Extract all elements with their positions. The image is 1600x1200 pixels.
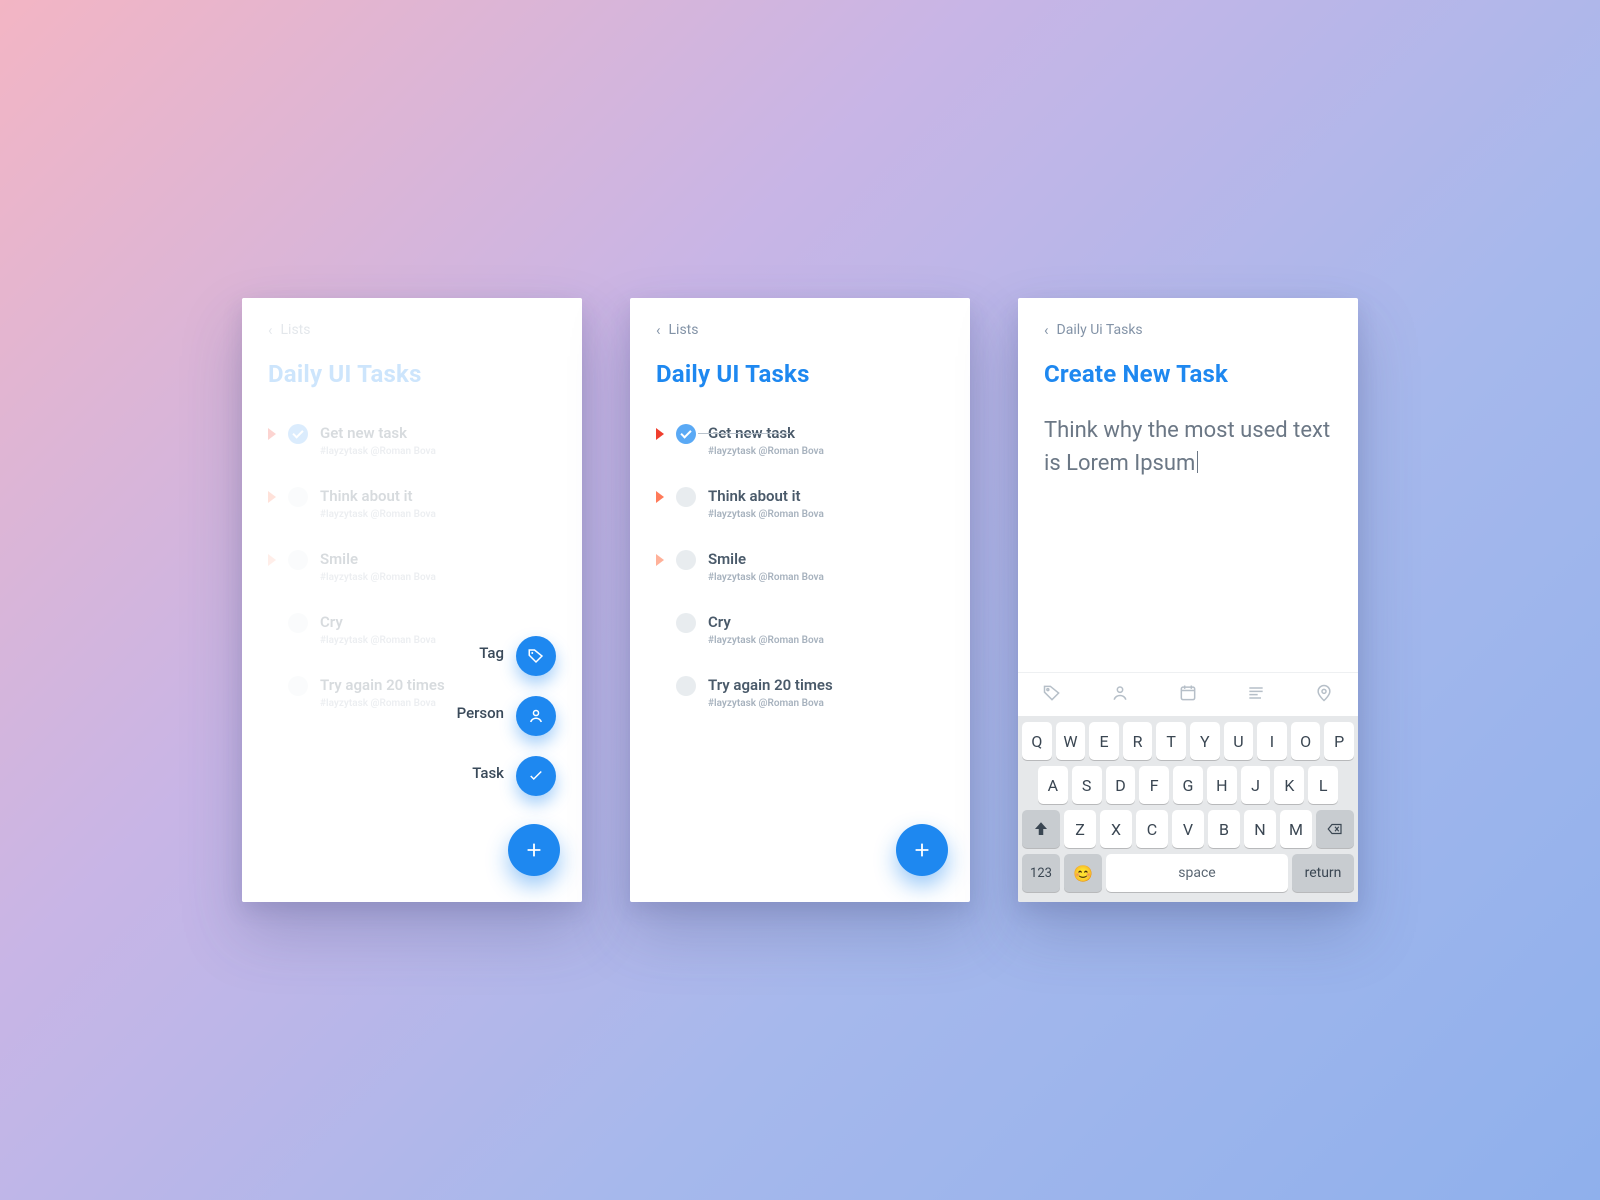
screen-create-task: ‹ Daily Ui Tasks Create New Task Think w…	[1018, 298, 1358, 902]
key-numeric[interactable]: 123	[1022, 854, 1060, 892]
key-g[interactable]: G	[1173, 766, 1203, 804]
key-h[interactable]: H	[1207, 766, 1237, 804]
action-label-tag: Tag	[479, 644, 504, 662]
text-cursor	[1197, 451, 1198, 473]
key-s[interactable]: S	[1072, 766, 1102, 804]
key-r[interactable]: R	[1123, 722, 1153, 760]
task-meta: #layzytask @Roman Bova	[708, 635, 824, 646]
tag-icon	[527, 647, 545, 665]
key-c[interactable]: C	[1136, 810, 1168, 848]
task-text-input[interactable]: Think why the most used text is Lorem Ip…	[1044, 414, 1332, 480]
chevron-left-icon: ‹	[1044, 323, 1049, 338]
task-row[interactable]: Try again 20 times #layzytask @Roman Bova	[656, 676, 944, 709]
task-checkbox[interactable]	[676, 550, 696, 570]
task-checkbox[interactable]	[676, 487, 696, 507]
key-l[interactable]: L	[1308, 766, 1338, 804]
priority-indicator	[656, 680, 664, 692]
action-task-button[interactable]	[516, 756, 556, 796]
key-emoji[interactable]: 😊	[1064, 854, 1102, 892]
key-b[interactable]: B	[1208, 810, 1240, 848]
key-q[interactable]: Q	[1022, 722, 1052, 760]
location-icon[interactable]	[1314, 683, 1334, 707]
task-title: Try again 20 times	[708, 676, 833, 694]
text-icon[interactable]	[1246, 683, 1266, 707]
action-tag-button[interactable]	[516, 636, 556, 676]
plus-icon	[523, 839, 545, 861]
key-a[interactable]: A	[1038, 766, 1068, 804]
key-i[interactable]: I	[1257, 722, 1287, 760]
task-checkbox[interactable]	[676, 676, 696, 696]
chevron-left-icon: ‹	[656, 323, 661, 338]
key-o[interactable]: O	[1291, 722, 1321, 760]
key-d[interactable]: D	[1106, 766, 1136, 804]
key-t[interactable]: T	[1156, 722, 1186, 760]
key-u[interactable]: U	[1224, 722, 1254, 760]
task-title: Cry	[708, 613, 824, 631]
back-label: Daily Ui Tasks	[1057, 322, 1143, 338]
priority-indicator	[656, 617, 664, 629]
compose-text: Think why the most used text is Lorem Ip…	[1044, 418, 1330, 476]
person-icon[interactable]	[1110, 683, 1130, 707]
key-j[interactable]: J	[1241, 766, 1271, 804]
task-meta: #layzytask @Roman Bova	[708, 509, 824, 520]
key-e[interactable]: E	[1089, 722, 1119, 760]
task-meta: #layzytask @Roman Bova	[708, 572, 824, 583]
page-title: Create New Task	[1044, 360, 1332, 388]
task-title: Think about it	[708, 487, 824, 505]
check-icon	[527, 767, 545, 785]
plus-icon	[911, 839, 933, 861]
key-m[interactable]: M	[1280, 810, 1312, 848]
keyboard: QWERTYUIOP ASDFGHJKL ZXCVBNM 123😊spacere…	[1018, 716, 1358, 902]
back-button[interactable]: ‹ Lists	[656, 322, 944, 338]
task-title: Smile	[708, 550, 824, 568]
key-p[interactable]: P	[1324, 722, 1354, 760]
priority-indicator	[656, 554, 664, 566]
back-label: Lists	[669, 322, 699, 338]
task-row[interactable]: Smile #layzytask @Roman Bova	[656, 550, 944, 583]
action-label-person: Person	[457, 704, 504, 722]
modal-veil[interactable]	[242, 298, 582, 902]
key-k[interactable]: K	[1274, 766, 1304, 804]
task-row[interactable]: Cry #layzytask @Roman Bova	[656, 613, 944, 646]
priority-indicator	[656, 428, 664, 440]
task-checkbox[interactable]	[676, 424, 696, 444]
priority-indicator	[656, 491, 664, 503]
key-x[interactable]: X	[1100, 810, 1132, 848]
key-shift[interactable]	[1022, 810, 1060, 848]
action-person-button[interactable]	[516, 696, 556, 736]
action-label-task: Task	[472, 764, 504, 782]
person-icon	[527, 707, 545, 725]
key-backspace[interactable]	[1316, 810, 1354, 848]
task-row[interactable]: Think about it #layzytask @Roman Bova	[656, 487, 944, 520]
key-f[interactable]: F	[1139, 766, 1169, 804]
key-z[interactable]: Z	[1064, 810, 1096, 848]
back-button[interactable]: ‹ Daily Ui Tasks	[1044, 322, 1332, 338]
calendar-icon[interactable]	[1178, 683, 1198, 707]
key-y[interactable]: Y	[1190, 722, 1220, 760]
key-return[interactable]: return	[1292, 854, 1354, 892]
screen-tasks: ‹ Lists Daily UI Tasks Get new task#layz…	[630, 298, 970, 902]
task-meta: #layzytask @Roman Bova	[708, 446, 824, 457]
task-row[interactable]: Get new task#layzytask @Roman Bova	[656, 424, 944, 457]
key-n[interactable]: N	[1244, 810, 1276, 848]
compose-toolbar	[1018, 672, 1358, 716]
fab-add-button[interactable]	[508, 824, 560, 876]
fab-add-button[interactable]	[896, 824, 948, 876]
task-checkbox[interactable]	[676, 613, 696, 633]
key-space[interactable]: space	[1106, 854, 1288, 892]
key-v[interactable]: V	[1172, 810, 1204, 848]
task-meta: #layzytask @Roman Bova	[708, 698, 833, 709]
tag-icon[interactable]	[1042, 683, 1062, 707]
page-title: Daily UI Tasks	[656, 360, 944, 388]
key-w[interactable]: W	[1056, 722, 1086, 760]
screen-tasks-fab-expanded: ‹ Lists Daily UI Tasks Get new task#layz…	[242, 298, 582, 902]
